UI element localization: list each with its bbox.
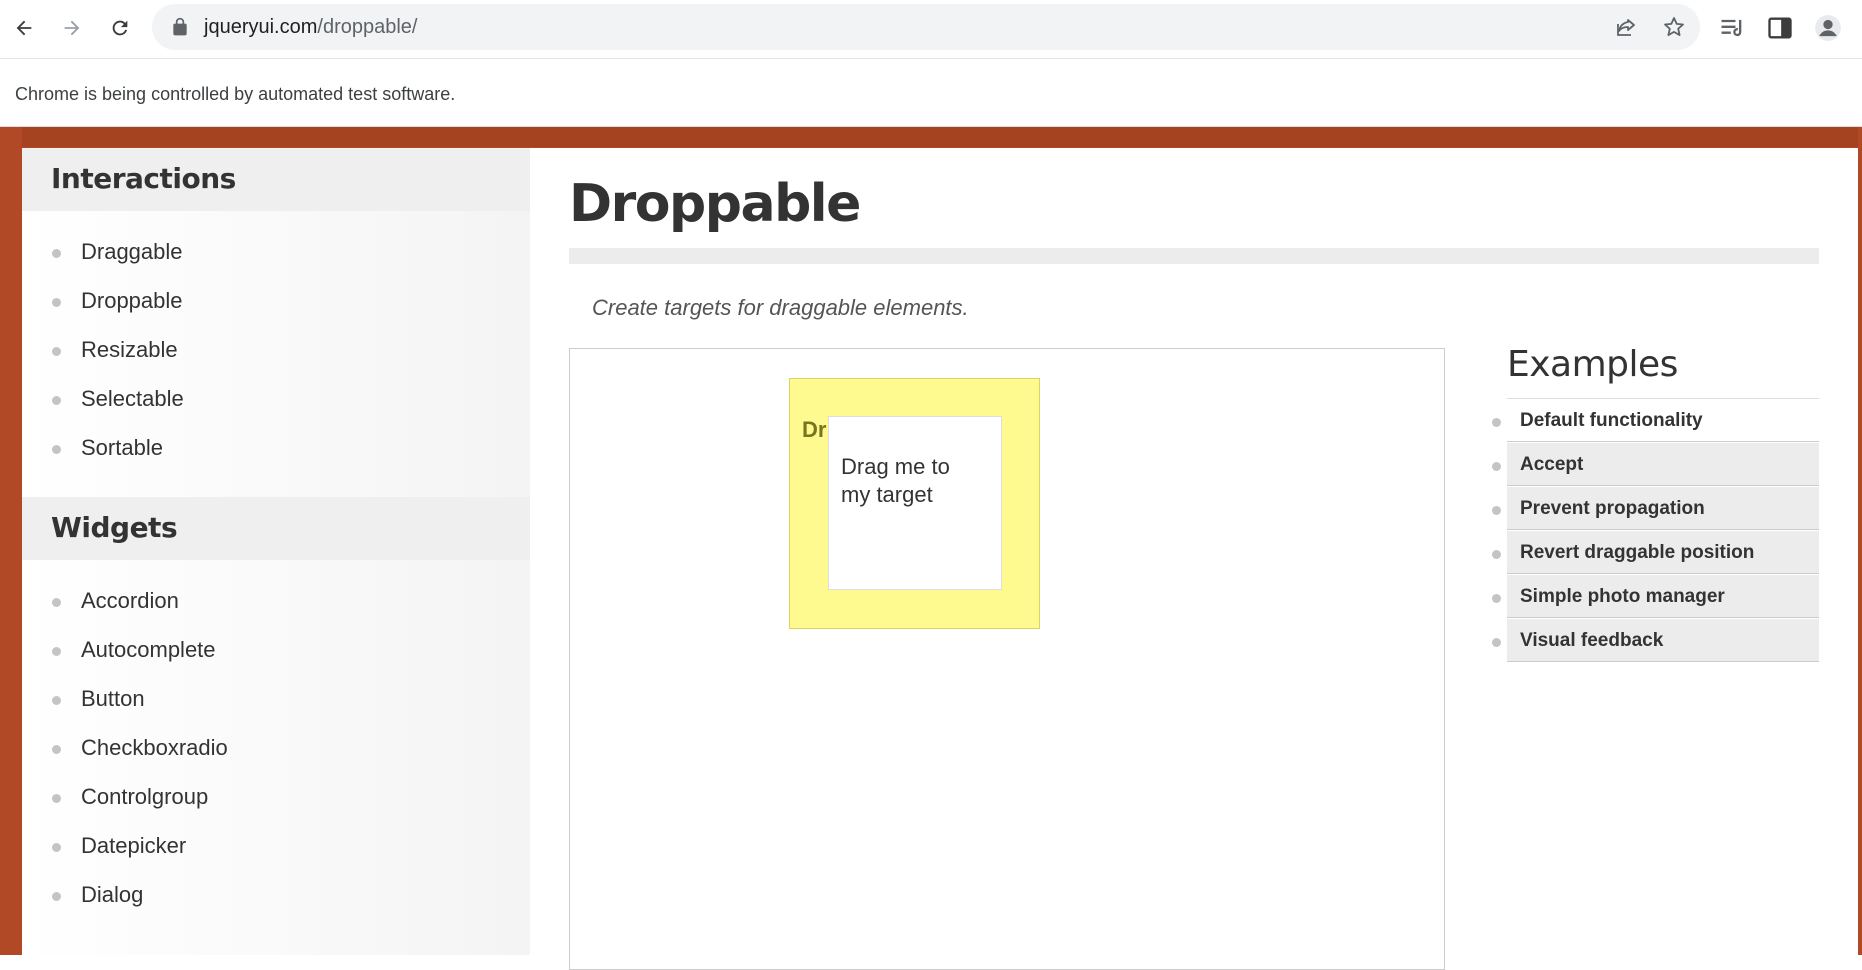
back-icon[interactable] (8, 12, 40, 44)
title-divider (569, 248, 1819, 264)
sidebar-item-label[interactable]: Resizable (81, 337, 178, 363)
sidebar-item-button[interactable]: Button (22, 678, 530, 727)
sidebar-heading-label: Interactions (51, 162, 236, 195)
page-title: Droppable (569, 174, 861, 234)
tab-search-icon[interactable] (1718, 14, 1746, 42)
example-link[interactable]: Revert draggable position (1520, 542, 1754, 564)
bullet-icon (1492, 506, 1501, 515)
sidebar-item-label[interactable]: Draggable (81, 239, 183, 265)
bullet-icon (52, 696, 61, 705)
example-item-box[interactable]: Accept (1507, 443, 1819, 486)
example-visual-feedback[interactable]: Visual feedback (1484, 619, 1819, 663)
sidebar-item-label[interactable]: Dialog (81, 882, 143, 908)
bullet-icon (52, 794, 61, 803)
example-accept[interactable]: Accept (1484, 443, 1819, 487)
bullet-icon (52, 843, 61, 852)
example-link[interactable]: Prevent propagation (1520, 498, 1705, 520)
sidebar-item-dialog[interactable]: Dialog (22, 874, 530, 923)
bullet-icon (52, 347, 61, 356)
sidebar-item-autocomplete[interactable]: Autocomplete (22, 629, 530, 678)
sidebar-item-draggable[interactable]: Draggable (22, 231, 530, 280)
example-revert-draggable-position[interactable]: Revert draggable position (1484, 531, 1819, 575)
sidebar-item-datepicker[interactable]: Datepicker (22, 825, 530, 874)
forward-icon[interactable] (56, 12, 88, 44)
url-path: /droppable/ (317, 16, 418, 38)
sidebar-item-accordion[interactable]: Accordion (22, 580, 530, 629)
page-frame: Interactions Draggable Droppable Resizab… (0, 127, 1862, 970)
example-link[interactable]: Simple photo manager (1520, 586, 1725, 608)
examples-list: Default functionality Accept Prevent pro… (1484, 399, 1819, 663)
sidebar-item-label[interactable]: Datepicker (81, 833, 186, 859)
example-item-box[interactable]: Simple photo manager (1507, 575, 1819, 618)
demo-iframe: Dr Drag me to my target (569, 348, 1445, 970)
sidebar-list-interactions: Draggable Droppable Resizable Selectable… (22, 231, 530, 476)
sidebar-item-checkboxradio[interactable]: Checkboxradio (22, 727, 530, 776)
bullet-icon (1492, 594, 1501, 603)
draggable-box[interactable]: Drag me to my target (828, 416, 1002, 590)
infobar-message: Chrome is being controlled by automated … (15, 84, 456, 104)
droppable-target-label: Dr (802, 417, 827, 442)
example-link[interactable]: Visual feedback (1520, 630, 1663, 652)
bullet-icon (1492, 550, 1501, 559)
bullet-icon (1492, 462, 1501, 471)
address-bar[interactable]: jqueryui.com/droppable/ (152, 4, 1700, 50)
example-link[interactable]: Default functionality (1520, 410, 1703, 432)
bullet-icon (52, 298, 61, 307)
example-default-functionality[interactable]: Default functionality (1484, 399, 1819, 443)
bullet-icon (52, 249, 61, 258)
example-simple-photo-manager[interactable]: Simple photo manager (1484, 575, 1819, 619)
sidebar-item-resizable[interactable]: Resizable (22, 329, 530, 378)
bullet-icon (52, 598, 61, 607)
draggable-label-line2: my target (841, 482, 933, 507)
sidebar-item-label[interactable]: Checkboxradio (81, 735, 228, 761)
url-host: jqueryui.com (204, 16, 318, 38)
example-item-box[interactable]: Revert draggable position (1507, 531, 1819, 574)
examples-heading: Examples (1507, 344, 1678, 385)
share-icon[interactable] (1614, 15, 1638, 39)
sidebar-list-widgets: Accordion Autocomplete Button Checkboxra… (22, 580, 530, 923)
example-prevent-propagation[interactable]: Prevent propagation (1484, 487, 1819, 531)
bullet-icon (52, 396, 61, 405)
sidebar-item-label[interactable]: Autocomplete (81, 637, 216, 663)
reload-icon[interactable] (104, 12, 136, 44)
browser-toolbar: jqueryui.com/droppable/ (0, 0, 1862, 59)
sidebar-heading-widgets: Widgets (22, 497, 530, 560)
sidebar-item-droppable[interactable]: Droppable (22, 280, 530, 329)
sidebar-item-label[interactable]: Accordion (81, 588, 179, 614)
lock-icon[interactable] (170, 17, 190, 37)
example-item-box[interactable]: Default functionality (1507, 399, 1819, 442)
sidebar: Interactions Draggable Droppable Resizab… (22, 148, 530, 955)
sidebar-heading-interactions: Interactions (22, 148, 530, 211)
sidebar-item-label[interactable]: Sortable (81, 435, 163, 461)
sidebar-heading-label: Widgets (51, 511, 178, 544)
draggable-label-line1: Drag me to (841, 454, 950, 479)
page-content: Interactions Draggable Droppable Resizab… (22, 148, 1858, 970)
example-item-box[interactable]: Visual feedback (1507, 619, 1819, 662)
bullet-icon (52, 647, 61, 656)
example-item-box[interactable]: Prevent propagation (1507, 487, 1819, 530)
sidebar-item-label[interactable]: Controlgroup (81, 784, 208, 810)
bookmark-star-icon[interactable] (1662, 15, 1686, 39)
bullet-icon (1492, 418, 1501, 427)
bullet-icon (52, 445, 61, 454)
automation-infobar: Chrome is being controlled by automated … (0, 59, 1862, 127)
sidebar-item-sortable[interactable]: Sortable (22, 427, 530, 476)
bullet-icon (52, 745, 61, 754)
profile-avatar-icon[interactable] (1814, 14, 1842, 42)
bullet-icon (52, 892, 61, 901)
side-panel-icon[interactable] (1766, 14, 1794, 42)
url-text: jqueryui.com/droppable/ (204, 16, 417, 39)
sidebar-item-label[interactable]: Button (81, 686, 145, 712)
sidebar-item-controlgroup[interactable]: Controlgroup (22, 776, 530, 825)
sidebar-item-label[interactable]: Selectable (81, 386, 184, 412)
example-link[interactable]: Accept (1520, 454, 1583, 476)
sidebar-item-selectable[interactable]: Selectable (22, 378, 530, 427)
bullet-icon (1492, 638, 1501, 647)
page-description: Create targets for draggable elements. (592, 295, 969, 320)
page-top-bar (22, 127, 1858, 147)
sidebar-item-label[interactable]: Droppable (81, 288, 183, 314)
draggable-box-label: Drag me to my target (841, 453, 950, 509)
